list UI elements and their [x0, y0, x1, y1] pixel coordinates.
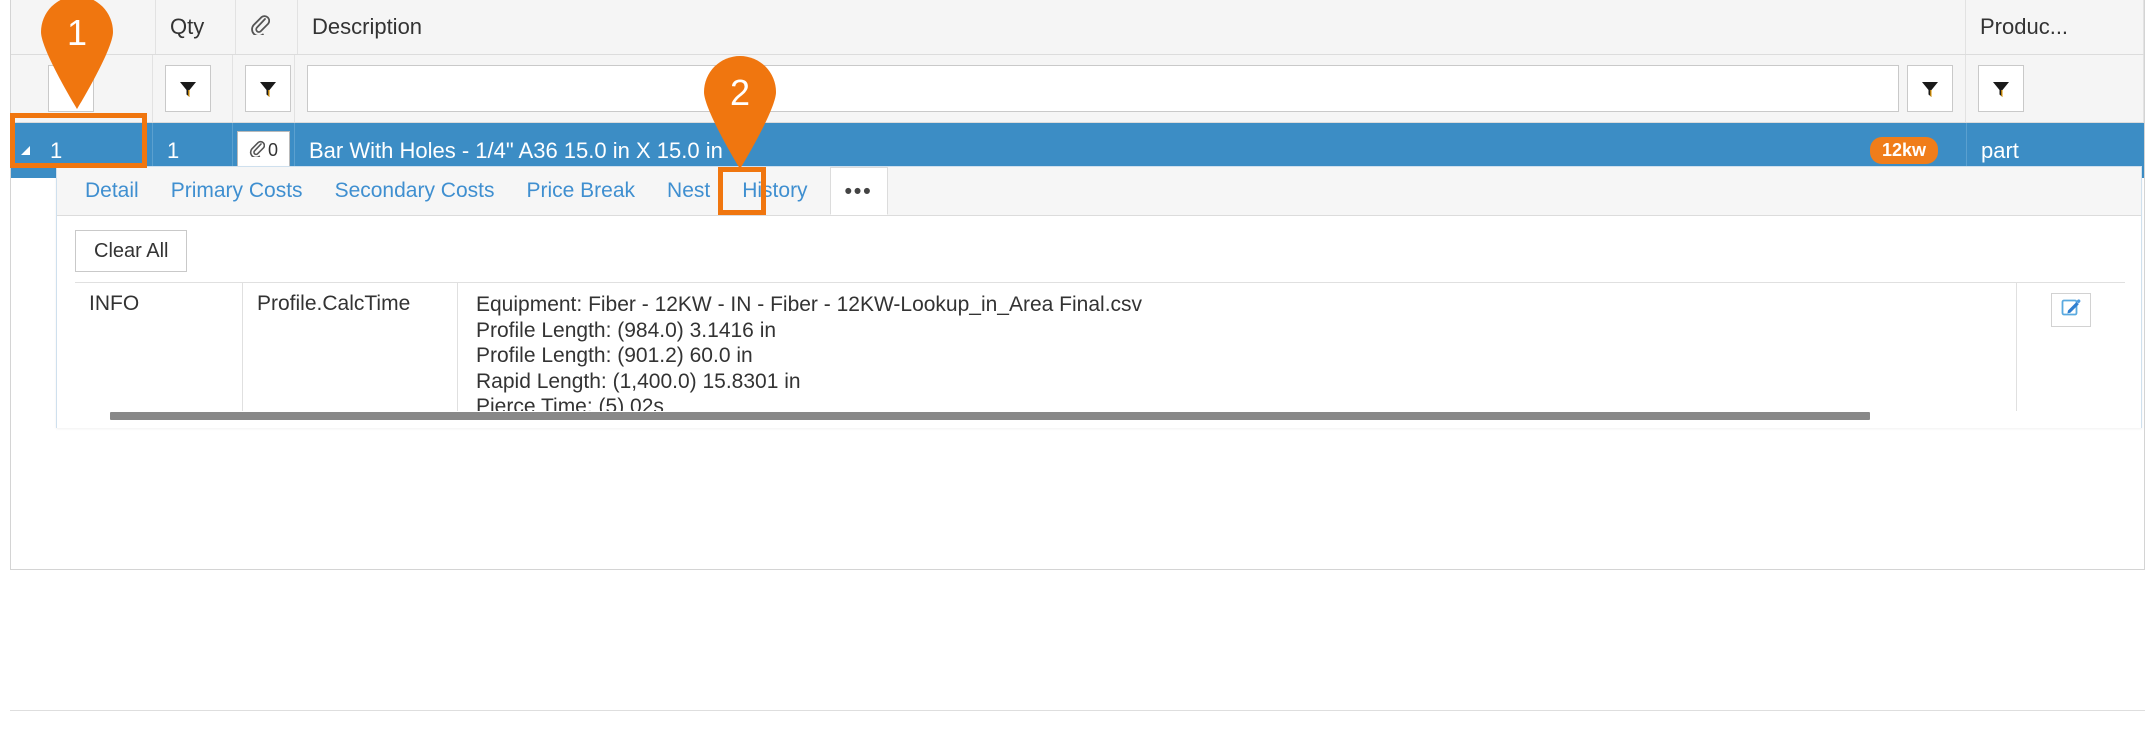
row-product-value: part — [1981, 137, 2019, 163]
grid-filter-row — [11, 55, 2144, 123]
detail-tabbar: Detail Primary Costs Secondary Costs Pri… — [57, 167, 2141, 216]
tab-price-break[interactable]: Price Break — [510, 167, 651, 215]
footer-divider — [10, 710, 2145, 711]
funnel-icon — [1920, 79, 1940, 99]
app-screen: Qty Description Produc... 1 1 0 Bar With… — [0, 0, 2145, 732]
attachments-filter-button[interactable] — [245, 65, 291, 112]
row-expander-button[interactable] — [11, 123, 36, 178]
funnel-icon — [178, 79, 198, 99]
row-number-value: 1 — [50, 137, 63, 163]
filter-cell-product — [1966, 55, 2144, 122]
detail-line-equipment: Equipment: Fiber - 12KW - IN - Fiber - 1… — [476, 293, 1143, 316]
funnel-icon — [258, 79, 278, 99]
attachment-count-button[interactable]: 0 — [237, 130, 290, 171]
column-header-description[interactable]: Description — [298, 0, 1966, 54]
collapse-triangle-icon — [21, 146, 30, 155]
detail-horizontal-scrollbar[interactable] — [110, 411, 2141, 421]
page-footer-area — [10, 575, 2145, 725]
column-header-description-label: Description — [312, 14, 423, 39]
paperclip-icon — [250, 13, 271, 41]
column-header-qty-label: Qty — [170, 14, 205, 39]
tab-detail[interactable]: Detail — [69, 167, 155, 215]
parts-grid-panel: Qty Description Produc... 1 1 0 Bar With… — [10, 0, 2145, 570]
grid-header-row: Qty Description Produc... — [11, 0, 2144, 55]
detail-actions-cell — [2017, 283, 2125, 420]
detail-line-profile-length-2: Profile Length: (901.2) 60.0 in — [476, 344, 753, 367]
tab-primary-costs[interactable]: Primary Costs — [155, 167, 319, 215]
clear-all-button[interactable]: Clear All — [75, 230, 188, 272]
row-qty-value: 1 — [167, 137, 180, 163]
detail-panel: Detail Primary Costs Secondary Costs Pri… — [56, 166, 2142, 428]
product-filter-button[interactable] — [1978, 65, 2024, 112]
description-filter-input[interactable] — [307, 65, 1899, 112]
edit-row-button[interactable] — [2051, 293, 2091, 327]
detail-line-rapid-length: Rapid Length: (1,400.0) 15.8301 in — [476, 369, 801, 393]
column-header-rownum[interactable] — [39, 0, 156, 54]
row-description-value: Bar With Holes - 1/4" A36 15.0 in X 15.0… — [309, 137, 723, 163]
column-header-product-label: Produc... — [1980, 14, 2069, 39]
description-filter-button[interactable] — [1907, 65, 1953, 112]
detail-table: INFO Profile.CalcTime Equipment: Fiber -… — [75, 282, 2125, 420]
funnel-icon — [1991, 79, 2011, 99]
paperclip-icon — [249, 139, 266, 162]
qty-filter-button[interactable] — [165, 65, 211, 112]
detail-value-cell: Equipment: Fiber - 12KW - IN - Fiber - 1… — [458, 283, 2017, 420]
detail-line-profile-length-1: Profile Length: (984.0) 3.1416 in — [476, 318, 777, 342]
status-badge: 12kw — [1869, 137, 1938, 164]
filter-cell-rownum — [36, 55, 153, 122]
edit-pencil-icon — [2060, 296, 2082, 324]
filter-cell-attachments — [233, 55, 295, 122]
tab-history[interactable]: History — [726, 167, 823, 215]
filter-cell-description — [295, 55, 1966, 122]
column-header-product[interactable]: Produc... — [1966, 0, 2144, 54]
attachment-count-value: 0 — [267, 140, 278, 160]
column-header-expander — [11, 0, 39, 54]
tab-secondary-costs[interactable]: Secondary Costs — [319, 167, 511, 215]
parts-grid: Qty Description Produc... 1 1 0 Bar With… — [11, 0, 2144, 178]
tab-nest[interactable]: Nest — [651, 167, 726, 215]
column-header-qty[interactable]: Qty — [156, 0, 236, 54]
detail-body: Clear All INFO Profile.CalcTime Equipmen… — [57, 216, 2141, 428]
detail-scrollbar-thumb[interactable] — [110, 412, 1870, 420]
filter-cell-expander — [11, 55, 36, 122]
detail-more-tab[interactable]: ••• — [829, 167, 888, 215]
column-header-attachments[interactable] — [236, 0, 298, 54]
detail-type-cell: INFO — [75, 283, 243, 420]
detail-key-cell: Profile.CalcTime — [243, 283, 458, 420]
rownum-filter-button[interactable] — [48, 65, 94, 112]
filter-cell-qty — [153, 55, 233, 122]
